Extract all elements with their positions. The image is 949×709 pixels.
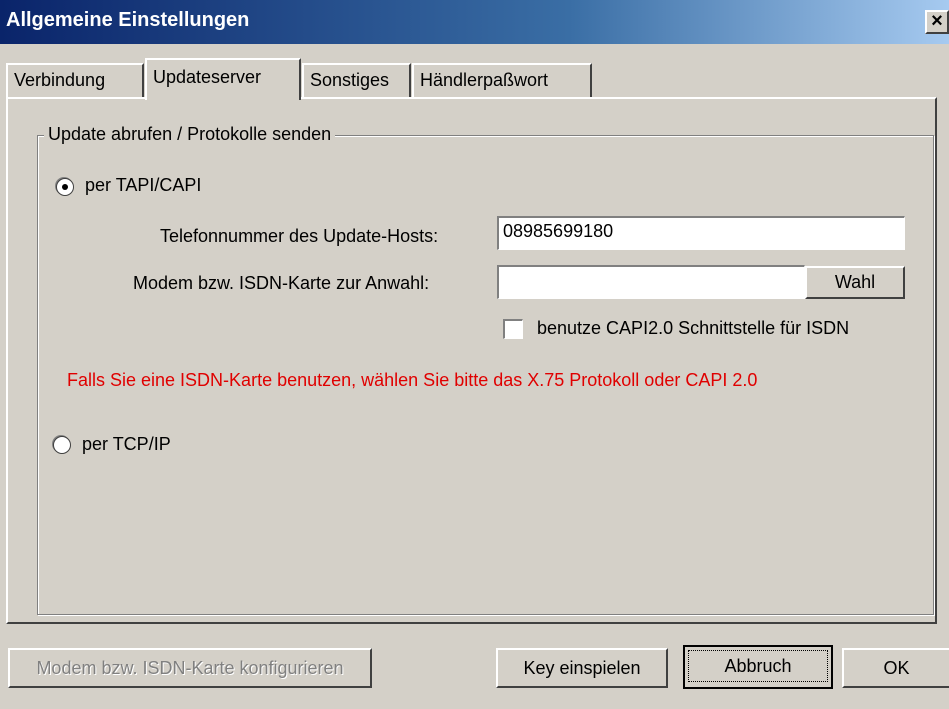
tab-haendlerpasswort[interactable]: Händlerpaßwort (412, 63, 592, 97)
radio-tapi-capi[interactable] (56, 178, 74, 196)
group-legend: Update abrufen / Protokolle senden (44, 124, 336, 145)
capi-checkbox-label: benutze CAPI2.0 Schnittstelle für ISDN (537, 318, 850, 338)
radio-selected-dot (62, 184, 68, 190)
ok-label: OK (883, 658, 910, 678)
configure-modem-button[interactable]: Modem bzw. ISDN-Karte konfigurieren (8, 648, 372, 688)
isdn-warning-text: Falls Sie eine ISDN-Karte benutzen, wähl… (67, 370, 758, 390)
wahl-button[interactable]: Wahl (805, 266, 905, 299)
key-einspielen-button[interactable]: Key einspielen (496, 648, 668, 688)
tab-label: Updateserver (153, 67, 262, 87)
abbruch-button[interactable]: Abbruch (683, 645, 833, 689)
radio-tcp-ip[interactable] (53, 436, 71, 454)
close-icon: × (931, 10, 943, 32)
phone-input[interactable]: 08985699180 (497, 216, 905, 250)
configure-modem-label: Modem bzw. ISDN-Karte konfigurieren (36, 658, 344, 678)
key-einspielen-label: Key einspielen (523, 658, 641, 678)
tab-label: Verbindung (14, 70, 106, 90)
title-bar: Allgemeine Einstellungen × (0, 0, 949, 44)
abbruch-label: Abbruch (688, 650, 828, 682)
ok-button[interactable]: OK (842, 648, 949, 688)
tab-verbindung[interactable]: Verbindung (6, 63, 144, 97)
tab-updateserver[interactable]: Updateserver (145, 58, 301, 100)
capi-checkbox[interactable] (503, 319, 523, 339)
tab-sonstiges[interactable]: Sonstiges (302, 63, 411, 97)
wahl-button-label: Wahl (834, 272, 876, 292)
radio-tapi-capi-label: per TAPI/CAPI (85, 175, 202, 195)
window-title: Allgemeine Einstellungen (6, 9, 250, 31)
tab-label: Sonstiges (310, 70, 390, 90)
modem-label: Modem bzw. ISDN-Karte zur Anwahl: (133, 273, 430, 293)
tab-label: Händlerpaßwort (420, 70, 549, 90)
radio-tcp-ip-label: per TCP/IP (82, 434, 171, 454)
modem-input[interactable] (497, 265, 805, 299)
phone-label: Telefonnummer des Update-Hosts: (160, 226, 439, 246)
close-button[interactable]: × (925, 10, 949, 34)
